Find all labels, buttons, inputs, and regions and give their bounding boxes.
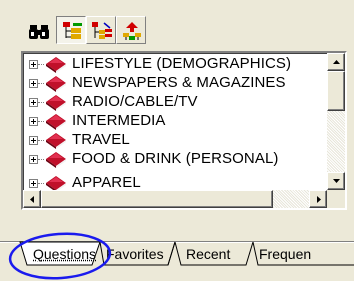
scroll-right-button[interactable]: [309, 190, 327, 208]
expand-plus-icon[interactable]: [29, 136, 38, 145]
scroll-down-button[interactable]: [327, 172, 345, 190]
tree-item[interactable]: TRAVEL: [25, 130, 327, 150]
book-icon: [46, 76, 66, 92]
data-tree-window: LIFESTYLE (DEMOGRAPHICS) NEWSPAPERS & MA…: [0, 0, 354, 281]
expand-plus-icon[interactable]: [29, 60, 38, 69]
book-icon: [46, 176, 66, 190]
category-tree[interactable]: LIFESTYLE (DEMOGRAPHICS) NEWSPAPERS & MA…: [21, 51, 347, 210]
tree-item[interactable]: FOOD & DRINK (PERSONAL): [25, 149, 327, 169]
vertical-scrollbar[interactable]: [327, 53, 345, 190]
tree-item[interactable]: LIFESTYLE (DEMOGRAPHICS): [25, 54, 327, 74]
book-icon: [46, 133, 66, 149]
tree-items-list: LIFESTYLE (DEMOGRAPHICS) NEWSPAPERS & MA…: [25, 54, 327, 190]
tree-item-label: LIFESTYLE (DEMOGRAPHICS): [72, 55, 292, 72]
tab-favorites[interactable]: Favorites: [106, 246, 164, 262]
tree-item[interactable]: NEWSPAPERS & MAGAZINES: [25, 73, 327, 93]
tab-questions[interactable]: Questions: [33, 246, 96, 262]
book-icon: [46, 114, 66, 130]
tree-item-label: TRAVEL: [72, 131, 130, 148]
book-icon: [46, 57, 66, 73]
tree-up-button[interactable]: [116, 16, 146, 44]
expand-plus-icon[interactable]: [29, 98, 38, 107]
tree-item-label: RADIO/CABLE/TV: [72, 93, 198, 110]
expand-plus-icon[interactable]: [29, 117, 38, 126]
tree-item-label: FOOD & DRINK (PERSONAL): [72, 150, 279, 167]
tree-item-label: NEWSPAPERS & MAGAZINES: [72, 74, 286, 91]
arrow-left-icon: [30, 196, 34, 203]
scrollbar-corner: [327, 190, 345, 208]
book-icon: [46, 152, 66, 168]
tab-frequent[interactable]: Frequen: [259, 246, 311, 262]
tree-view-button[interactable]: [56, 16, 86, 44]
arrow-right-icon: [317, 196, 321, 203]
tree-up-icon: [123, 22, 141, 40]
expand-plus-icon[interactable]: [29, 79, 38, 88]
tab-recent[interactable]: Recent: [186, 246, 230, 262]
expand-plus-icon[interactable]: [29, 179, 38, 188]
book-icon: [46, 95, 66, 111]
scroll-up-button[interactable]: [327, 53, 345, 71]
horizontal-scroll-thumb[interactable]: [41, 190, 273, 208]
horizontal-scrollbar[interactable]: [23, 190, 327, 208]
expand-plus-icon[interactable]: [29, 155, 38, 164]
tree-remove-icon: [92, 22, 112, 39]
tree-item-label: APPAREL: [72, 174, 141, 190]
binoculars-icon: [29, 25, 49, 39]
tree-remove-button[interactable]: [86, 16, 116, 44]
tree-item[interactable]: RADIO/CABLE/TV: [25, 92, 327, 112]
tree-item-label: INTERMEDIA: [72, 112, 166, 129]
tree-item[interactable]: INTERMEDIA: [25, 111, 327, 131]
find-button[interactable]: [23, 18, 53, 46]
scroll-left-button[interactable]: [23, 190, 41, 208]
arrow-down-icon: [333, 179, 340, 183]
arrow-up-icon: [333, 60, 340, 64]
tree-view-icon: [63, 22, 82, 39]
vertical-scroll-thumb[interactable]: [327, 71, 345, 111]
tree-item[interactable]: APPAREL: [25, 173, 327, 190]
